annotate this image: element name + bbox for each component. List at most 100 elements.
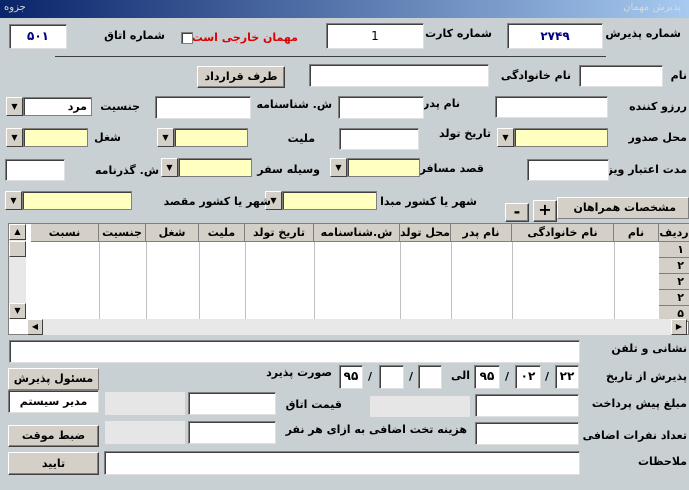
date-separator: /: [409, 370, 414, 383]
scroll-down-icon[interactable]: ▼: [9, 303, 26, 319]
chevron-down-icon[interactable]: ▼: [330, 158, 347, 177]
chevron-down-icon[interactable]: ▼: [497, 128, 514, 147]
address-input[interactable]: [9, 340, 580, 363]
table-column-divider: [314, 242, 315, 319]
table-row-number[interactable]: ۲: [659, 274, 689, 290]
confirm-button[interactable]: تایید: [8, 452, 99, 475]
chevron-down-icon[interactable]: ▼: [157, 128, 174, 147]
job-select[interactable]: ▼: [6, 128, 88, 147]
prepayment-input[interactable]: [475, 394, 579, 417]
reception-no-field[interactable]: ۲۷۴۹: [507, 23, 603, 49]
table-column-header[interactable]: ردیف: [659, 224, 689, 242]
travel-vehicle-select-value: [178, 158, 252, 177]
travel-vehicle-label: وسیله سفر: [257, 163, 320, 176]
table-column-divider: [199, 242, 200, 319]
first-name-label: نام: [670, 69, 687, 82]
passport-no-input[interactable]: [5, 159, 65, 181]
last-name-label: نام خانوادگی: [500, 69, 571, 82]
date-from-day[interactable]: ۲۲: [555, 365, 579, 389]
date-separator: /: [545, 370, 550, 383]
date-to-day[interactable]: [418, 365, 442, 389]
travel-vehicle-select[interactable]: ▼: [161, 158, 252, 177]
passport-no-label: ش. گذرنامه: [94, 164, 159, 177]
last-name-input[interactable]: [309, 64, 489, 87]
reception-from-label: پذیرش از تاریخ: [605, 370, 687, 383]
card-no-field[interactable]: 1: [326, 23, 424, 49]
destination-city-label: شهر یا کشور مقصد: [163, 195, 271, 208]
save-temp-button[interactable]: ضبط موقت: [8, 425, 99, 447]
contract-party-button[interactable]: طرف قرارداد: [197, 66, 285, 88]
gender-label: جنسیت: [100, 100, 140, 113]
issue-place-select[interactable]: ▼: [497, 128, 608, 147]
header-separator: [55, 56, 606, 57]
visa-validity-label: مدت اعتبار ویزا: [602, 163, 687, 176]
prepayment-label: مبلغ پیش پرداخت: [591, 397, 687, 410]
window-title: پذیرش مهمان: [623, 2, 681, 13]
table-row-number[interactable]: ۲: [659, 258, 689, 274]
title-bar: پذیرش مهمان جزوه: [0, 0, 689, 18]
table-column-header[interactable]: جنسیت: [99, 224, 146, 242]
destination-city-select[interactable]: ▼: [5, 191, 132, 210]
visa-validity-input[interactable]: [527, 159, 609, 181]
origin-city-select-value: [282, 191, 377, 210]
table-column-header[interactable]: نام پدر: [451, 224, 512, 242]
origin-city-select[interactable]: ▼: [265, 191, 377, 210]
table-row-number[interactable]: ۲: [659, 290, 689, 306]
extra-bed-cost-input[interactable]: [188, 421, 276, 444]
room-no-field[interactable]: ۵۰۱: [9, 24, 67, 49]
table-column-header[interactable]: ملیت: [199, 224, 245, 242]
prepayment-display: [370, 396, 470, 417]
table-horizontal-scrollbar[interactable]: ◀ ▶: [27, 319, 687, 335]
father-name-input[interactable]: [338, 96, 424, 119]
id-no-input[interactable]: [155, 96, 251, 119]
date-separator: /: [505, 370, 510, 383]
chevron-down-icon[interactable]: ▼: [5, 191, 22, 210]
table-column-header[interactable]: نام خانوادگی: [512, 224, 614, 242]
card-no-label: شماره کارت: [425, 27, 492, 40]
chevron-down-icon[interactable]: ▼: [6, 128, 23, 147]
extra-bed-cost-display: [105, 421, 185, 444]
foreign-guest-label: مهمان خارجی است: [191, 31, 298, 44]
table-row-number[interactable]: ۱: [659, 242, 689, 258]
referrer-input[interactable]: [495, 96, 608, 118]
id-no-label: ش. شناسنامه: [256, 98, 332, 111]
scroll-right-icon[interactable]: ▶: [671, 319, 687, 335]
scroll-left-icon[interactable]: ◀: [27, 319, 43, 335]
remove-companion-button[interactable]: -: [505, 203, 529, 222]
birth-date-label: تاریخ تولد: [439, 127, 491, 140]
birth-date-input[interactable]: [339, 128, 419, 150]
table-vertical-scrollbar[interactable]: ▲ ▼: [9, 224, 26, 319]
table-column-header[interactable]: شغل: [146, 224, 199, 242]
scroll-up-icon[interactable]: ▲: [9, 224, 26, 240]
table-column-divider: [400, 242, 401, 319]
table-column-header[interactable]: تاریخ تولد: [245, 224, 314, 242]
date-separator: /: [368, 370, 373, 383]
nationality-select[interactable]: ▼: [157, 128, 248, 147]
scroll-thumb[interactable]: [9, 241, 26, 257]
issue-place-select-value: [514, 128, 608, 147]
table-column-header[interactable]: محل تولد: [400, 224, 451, 242]
first-name-input[interactable]: [579, 65, 663, 87]
table-column-header[interactable]: ش.شناسنامه: [314, 224, 400, 242]
notes-input[interactable]: [104, 451, 580, 475]
date-from-year[interactable]: ۹۵: [474, 365, 500, 389]
extra-count-input[interactable]: [475, 422, 579, 445]
table-column-header[interactable]: نسبت: [31, 224, 99, 242]
room-no-label: شماره اتاق: [104, 29, 165, 42]
chevron-down-icon[interactable]: ▼: [6, 97, 23, 116]
companions-table[interactable]: ▲ ▼ ردیف نام نام خانوادگی نام پدر محل تولد ش.…: [8, 223, 689, 335]
companions-panel: مشخصات همراهان: [557, 197, 689, 219]
operator-header: مسئول پذیرش: [8, 368, 99, 390]
foreign-guest-checkbox[interactable]: [181, 32, 193, 44]
table-column-header[interactable]: نام: [614, 224, 659, 242]
date-from-month[interactable]: ۰۲: [515, 365, 541, 389]
room-price-input[interactable]: [188, 392, 276, 415]
gender-select[interactable]: ▼ مرد: [6, 97, 92, 116]
add-companion-button[interactable]: +: [533, 200, 557, 222]
date-to-year[interactable]: ۹۵: [339, 365, 363, 389]
companions-label: مشخصات همراهان: [573, 201, 676, 214]
chevron-down-icon[interactable]: ▼: [161, 158, 178, 177]
travel-purpose-select[interactable]: ▼: [330, 158, 420, 177]
date-to-month[interactable]: [379, 365, 404, 389]
extra-bed-cost-label: هزینه تخت اضافی به ازای هر نفر: [285, 423, 467, 436]
